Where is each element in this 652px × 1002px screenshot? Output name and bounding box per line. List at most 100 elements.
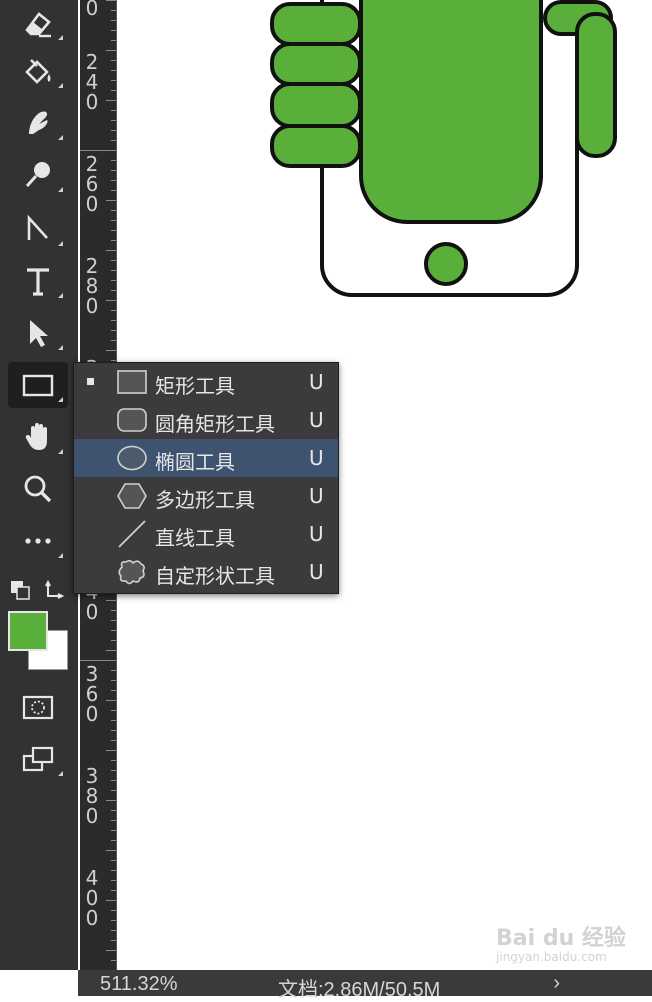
quick-mask-mode[interactable]: [8, 684, 68, 730]
menu-item-line-tool[interactable]: 直线工具 U: [74, 515, 338, 553]
ruler-tick: [111, 110, 116, 111]
tools-panel: [0, 0, 78, 970]
ruler-tick: [111, 130, 116, 131]
ruler-tick: [111, 190, 116, 191]
baidu-jingyan-watermark: Bai du 经验 jingyan.baidu.com: [496, 920, 626, 964]
ruler-tick: [111, 910, 116, 911]
ruler-digit: 8: [85, 274, 99, 298]
ruler-tick: [111, 770, 116, 771]
ruler-tick: [111, 690, 116, 691]
ruler-tick: [106, 700, 116, 701]
default-colors-icon[interactable]: [10, 580, 32, 602]
ruler-label: 240: [82, 52, 102, 112]
watermark-url: jingyan.baidu.com: [496, 950, 607, 964]
zoom-level[interactable]: 511.32%: [100, 973, 177, 996]
status-menu-arrow-icon[interactable]: ›: [553, 972, 560, 995]
smudge-tool[interactable]: [8, 100, 68, 146]
menu-item-label: 椭圆工具: [155, 450, 235, 474]
menu-item-polygon-tool[interactable]: 多边形工具 U: [74, 477, 338, 515]
shape-tool[interactable]: [8, 362, 68, 408]
polygon-icon: [117, 483, 147, 509]
ruler-tick: [80, 660, 116, 661]
ruler-digit: 3: [85, 764, 99, 788]
menu-item-rectangle-tool[interactable]: 矩形工具 U: [74, 363, 338, 401]
ruler-tick: [111, 90, 116, 91]
ruler-tick: [111, 220, 116, 221]
ruler-digit: 6: [85, 682, 99, 706]
ruler-label: 0: [82, 0, 102, 18]
type-tool[interactable]: [8, 258, 68, 304]
ruler-tick: [111, 60, 116, 61]
ruler-tick: [111, 280, 116, 281]
ruler-tick: [111, 140, 116, 141]
dodge-tool[interactable]: [8, 152, 68, 198]
ruler-tick: [111, 680, 116, 681]
ruler-tick: [111, 870, 116, 871]
ruler-tick: [111, 820, 116, 821]
ellipse-icon: [117, 445, 147, 471]
ruler-tick: [111, 320, 116, 321]
menu-item-ellipse-tool[interactable]: 椭圆工具 U: [74, 439, 338, 477]
hand-tool[interactable]: [8, 414, 68, 460]
ruler-tick: [111, 710, 116, 711]
direct-selection-tool[interactable]: [8, 310, 68, 356]
ruler-tick: [111, 730, 116, 731]
ruler-digit: 0: [85, 294, 99, 318]
menu-item-shortcut: U: [309, 408, 324, 432]
pen-angle-icon: [27, 214, 48, 240]
rectangle-icon: [22, 374, 54, 397]
custom-shape-icon: [118, 559, 145, 585]
ruler-tick: [111, 160, 116, 161]
ruler-tick: [106, 100, 116, 101]
ruler-tick: [106, 200, 116, 201]
ruler-tick: [111, 10, 116, 11]
menu-item-shortcut: U: [309, 522, 324, 546]
ruler-tick: [106, 350, 116, 351]
ruler-tick: [111, 830, 116, 831]
ruler-tick: [111, 620, 116, 621]
screen-mode-icon: [22, 746, 54, 772]
ruler-digit: 0: [85, 702, 99, 726]
foreground-color-swatch[interactable]: [8, 611, 48, 651]
rounded-rectangle-icon: [117, 408, 147, 432]
zoom-tool[interactable]: [8, 466, 68, 512]
ruler-tick: [106, 250, 116, 251]
watermark-brand: Bai du 经验: [496, 926, 626, 951]
ruler-tick: [111, 760, 116, 761]
eraser-tool[interactable]: [8, 0, 68, 46]
ruler-digit: 0: [85, 192, 99, 216]
menu-item-shortcut: U: [309, 370, 324, 394]
path-selection-tool[interactable]: [8, 206, 68, 252]
menu-item-shortcut: U: [309, 560, 324, 584]
ruler-tick: [106, 0, 116, 1]
ruler-tick: [106, 750, 116, 751]
rectangle-icon: [117, 370, 147, 394]
paint-bucket-tool[interactable]: [8, 48, 68, 94]
ruler-tick: [111, 340, 116, 341]
ruler-tick: [111, 360, 116, 361]
menu-item-label: 矩形工具: [155, 374, 235, 398]
ruler-tick: [106, 850, 116, 851]
screen-mode[interactable]: [8, 736, 68, 782]
ruler-digit: 0: [85, 0, 99, 20]
swap-colors-icon[interactable]: [42, 578, 66, 602]
more-tools[interactable]: [8, 518, 68, 564]
menu-item-custom-shape-tool[interactable]: 自定形状工具 U: [74, 553, 338, 591]
ruler-tick: [111, 670, 116, 671]
ruler-tick: [106, 300, 116, 301]
menu-item-rounded-rectangle-tool[interactable]: 圆角矩形工具 U: [74, 401, 338, 439]
ruler-tick: [111, 40, 116, 41]
ruler-tick: [111, 860, 116, 861]
document-size-info: 文档:2.86M/50.5M: [278, 979, 441, 1001]
ruler-digit: 0: [85, 90, 99, 114]
ruler-tick: [111, 610, 116, 611]
ruler-tick: [111, 30, 116, 31]
ruler-tick: [111, 640, 116, 641]
ruler-label: 380: [82, 766, 102, 826]
eraser-icon: [25, 12, 51, 38]
ruler-digit: 4: [85, 70, 99, 94]
menu-item-label: 圆角矩形工具: [155, 412, 275, 436]
ruler-tick: [111, 810, 116, 811]
ruler-tick: [111, 720, 116, 721]
ruler-tick: [106, 600, 116, 601]
